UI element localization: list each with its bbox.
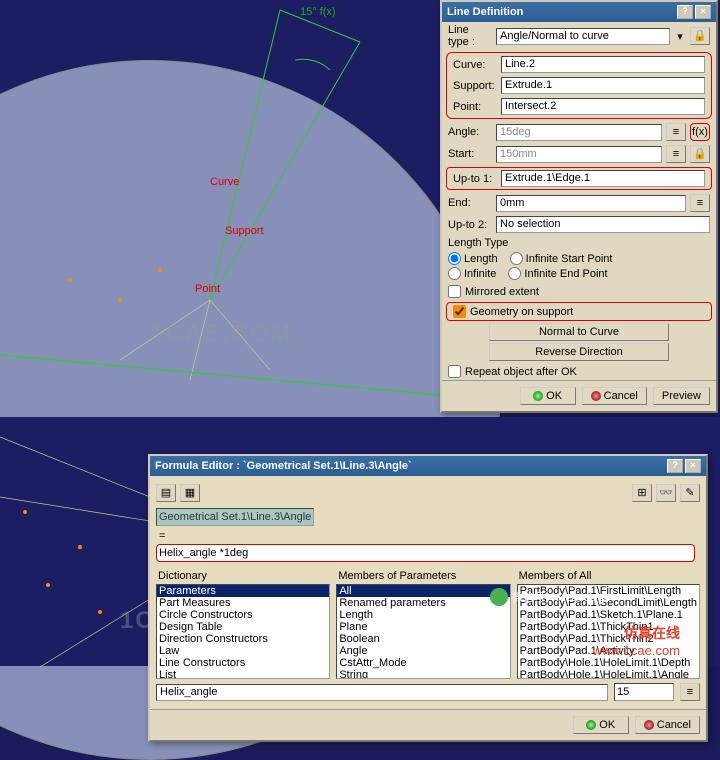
angle-field-label: Angle: bbox=[448, 126, 492, 138]
line-type-label: Line type : bbox=[448, 24, 492, 48]
geom-support-checkbox[interactable] bbox=[453, 305, 466, 318]
list-item[interactable]: Boolean bbox=[337, 633, 509, 645]
list-item[interactable]: Part Measures bbox=[157, 597, 329, 609]
dropdown-icon[interactable]: ▾ bbox=[674, 30, 686, 43]
end-field[interactable]: 0mm bbox=[496, 195, 686, 212]
line-type-select[interactable]: Angle/Normal to curve bbox=[496, 28, 670, 45]
mirrored-label: Mirrored extent bbox=[465, 286, 539, 298]
list-item[interactable]: String bbox=[337, 669, 509, 679]
wechat-icon bbox=[490, 588, 508, 606]
selected-param-field[interactable]: Helix_angle bbox=[156, 684, 608, 701]
site-url: www.1cae.com bbox=[593, 643, 680, 658]
watermark-upper: 1CAE.COM bbox=[150, 320, 293, 348]
end-spinner[interactable]: ≡ bbox=[690, 194, 710, 212]
formula-titlebar[interactable]: Formula Editor : `Geometrical Set.1\Line… bbox=[150, 456, 706, 476]
support-label: Support bbox=[225, 225, 264, 237]
angle-spinner[interactable]: ≡ bbox=[666, 123, 686, 141]
curve-field[interactable]: Line.2 bbox=[501, 56, 705, 73]
curve-label: Curve bbox=[210, 176, 239, 188]
list-item[interactable]: Line Constructors bbox=[157, 657, 329, 669]
radio-inf-end[interactable]: Infinite End Point bbox=[508, 267, 607, 280]
site-name: 仿真在线 bbox=[593, 623, 680, 643]
list-item[interactable]: PartBody\Pad.1\Sketch.1\Plane.1 bbox=[518, 609, 699, 621]
formula-title: Formula Editor : `Geometrical Set.1\Line… bbox=[155, 460, 412, 472]
reverse-direction-button[interactable]: Reverse Direction bbox=[489, 343, 669, 361]
repeat-checkbox[interactable] bbox=[448, 365, 461, 378]
list-item[interactable]: CstAttr_Mode bbox=[337, 657, 509, 669]
list-item[interactable]: All bbox=[337, 585, 509, 597]
list-item[interactable]: Design Table bbox=[157, 621, 329, 633]
tool-icon-1[interactable]: ▤ bbox=[156, 484, 176, 502]
members-all-header: Members of All bbox=[517, 568, 700, 584]
start-field-label: Start: bbox=[448, 148, 492, 160]
normal-to-curve-button[interactable]: Normal to Curve bbox=[489, 323, 669, 341]
length-type-group-label: Length Type bbox=[442, 235, 716, 249]
wechat-annotation: 微信号：Fleadesign bbox=[490, 588, 610, 606]
dialog-titlebar[interactable]: Line Definition ? × bbox=[442, 2, 716, 22]
geom-support-label: Geometry on support bbox=[470, 306, 573, 318]
point-field[interactable]: Intersect.2 bbox=[501, 98, 705, 115]
repeat-label: Repeat object after OK bbox=[465, 366, 577, 378]
dictionary-list[interactable]: Parameters Part Measures Circle Construc… bbox=[156, 584, 330, 679]
line-type-icon-button[interactable]: 🔒 bbox=[690, 27, 710, 45]
radio-infinite[interactable]: Infinite bbox=[448, 267, 496, 280]
tool-icon-2[interactable]: ▦ bbox=[180, 484, 200, 502]
dialog-title: Line Definition bbox=[447, 6, 523, 18]
tool-icon-5[interactable]: ✎ bbox=[680, 484, 700, 502]
tool-icon-4[interactable]: 👓 bbox=[656, 484, 676, 502]
members-params-list[interactable]: All Renamed parameters Length Plane Bool… bbox=[336, 584, 510, 679]
curve-field-label: Curve: bbox=[453, 59, 497, 71]
close-button[interactable]: × bbox=[695, 5, 711, 19]
radio-inf-start[interactable]: Infinite Start Point bbox=[510, 252, 613, 265]
upto2-field[interactable]: No selection bbox=[496, 216, 710, 233]
list-item[interactable]: Angle bbox=[337, 645, 509, 657]
radio-length[interactable]: Length bbox=[448, 252, 498, 265]
point-label: Point bbox=[195, 283, 220, 295]
angle-field[interactable]: 15deg bbox=[496, 124, 662, 141]
list-item[interactable]: Renamed parameters bbox=[337, 597, 509, 609]
cancel-button[interactable]: Cancel bbox=[582, 387, 647, 405]
start-spinner[interactable]: ≡ bbox=[666, 145, 686, 163]
formula-help-button[interactable]: ? bbox=[667, 459, 683, 473]
start-field[interactable]: 150mm bbox=[496, 146, 662, 163]
list-item[interactable]: Plane bbox=[337, 621, 509, 633]
formula-ok-button[interactable]: OK bbox=[573, 716, 629, 734]
formula-expression-input[interactable] bbox=[156, 544, 695, 562]
list-item[interactable]: Length bbox=[337, 609, 509, 621]
wechat-label: 微信号：Fleadesign bbox=[512, 589, 610, 605]
upto2-label: Up-to 2: bbox=[448, 219, 492, 231]
param-value-field[interactable]: 15 bbox=[614, 683, 674, 701]
site-watermark: 仿真在线 www.1cae.com bbox=[593, 623, 680, 658]
list-item[interactable]: PartBody\Hole.1\HoleLimit.1\Depth bbox=[518, 657, 699, 669]
formula-editor-dialog: Formula Editor : `Geometrical Set.1\Line… bbox=[148, 454, 708, 742]
preview-button[interactable]: Preview bbox=[653, 387, 710, 405]
list-item[interactable]: Direction Constructors bbox=[157, 633, 329, 645]
list-item[interactable]: Law bbox=[157, 645, 329, 657]
dictionary-header: Dictionary bbox=[156, 568, 330, 584]
angle-formula-button[interactable]: f(x) bbox=[690, 123, 710, 141]
param-spinner[interactable]: ≡ bbox=[680, 683, 700, 701]
angle-dimension: 15° f(x) bbox=[300, 6, 336, 18]
support-field[interactable]: Extrude.1 bbox=[501, 77, 705, 94]
upto1-label: Up-to 1: bbox=[453, 173, 497, 185]
support-field-label: Support: bbox=[453, 80, 497, 92]
help-button[interactable]: ? bbox=[677, 5, 693, 19]
length-type-radios: Length Infinite Start Point Infinite Inf… bbox=[442, 249, 716, 283]
list-item[interactable]: PartBody\Hole.1\HoleLimit.1\Angle bbox=[518, 669, 699, 679]
list-item[interactable]: Parameters bbox=[157, 585, 329, 597]
point-field-label: Point: bbox=[453, 101, 497, 113]
mirrored-checkbox[interactable] bbox=[448, 285, 461, 298]
start-lock-button[interactable]: 🔒 bbox=[690, 145, 710, 163]
ok-button[interactable]: OK bbox=[520, 387, 576, 405]
formula-cancel-button[interactable]: Cancel bbox=[635, 716, 700, 734]
members-params-header: Members of Parameters bbox=[336, 568, 510, 584]
formula-path: Geometrical Set.1\Line.3\Angle bbox=[156, 508, 314, 526]
formula-close-button[interactable]: × bbox=[685, 459, 701, 473]
line-definition-dialog: Line Definition ? × Line type : Angle/No… bbox=[440, 0, 718, 413]
end-field-label: End: bbox=[448, 197, 492, 209]
upto1-field[interactable]: Extrude.1\Edge.1 bbox=[501, 170, 705, 187]
list-item[interactable]: Circle Constructors bbox=[157, 609, 329, 621]
list-item[interactable]: List bbox=[157, 669, 329, 679]
tool-icon-3[interactable]: ⊞ bbox=[632, 484, 652, 502]
